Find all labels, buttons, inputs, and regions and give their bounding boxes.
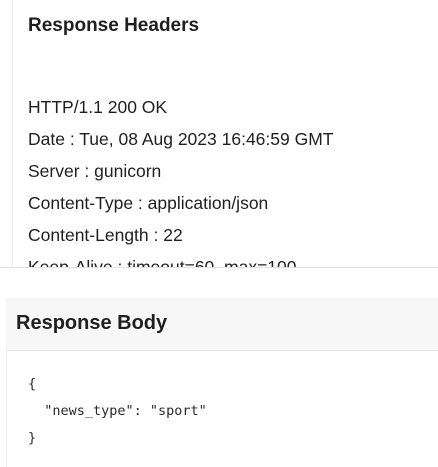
code-line: "news_type": "sport" [28,403,207,419]
response-body-title: Response Body [16,312,168,334]
header-line-content-length: Content-Length : 22 [28,225,183,245]
code-line: { [28,376,37,392]
header-line-date: Date : Tue, 08 Aug 2023 16:46:59 GMT [28,129,334,149]
divider [0,267,438,268]
header-line-content-type: Content-Type : application/json [28,193,269,213]
response-headers-panel[interactable]: Response Headers HTTP/1.1 200 OK Date : … [0,0,438,268]
header-line-keep-alive: Keep-Alive : timeout=60, max=100 [28,257,297,268]
response-headers-list: HTTP/1.1 200 OK Date : Tue, 08 Aug 2023 … [28,91,333,268]
response-body-code: { "news_type": "sport"} [28,371,207,452]
response-body-header: Response Body [6,298,438,351]
code-line: } [28,430,37,446]
header-line-status: HTTP/1.1 200 OK [28,97,168,117]
response-headers-title: Response Headers [28,15,200,36]
response-body-panel: Response Body { "news_type": "sport"} [0,298,438,467]
header-line-server: Server : gunicorn [28,161,162,181]
response-body-content[interactable]: { "news_type": "sport"} [6,351,438,467]
response-headers-content: Response Headers HTTP/1.1 200 OK Date : … [12,0,438,268]
